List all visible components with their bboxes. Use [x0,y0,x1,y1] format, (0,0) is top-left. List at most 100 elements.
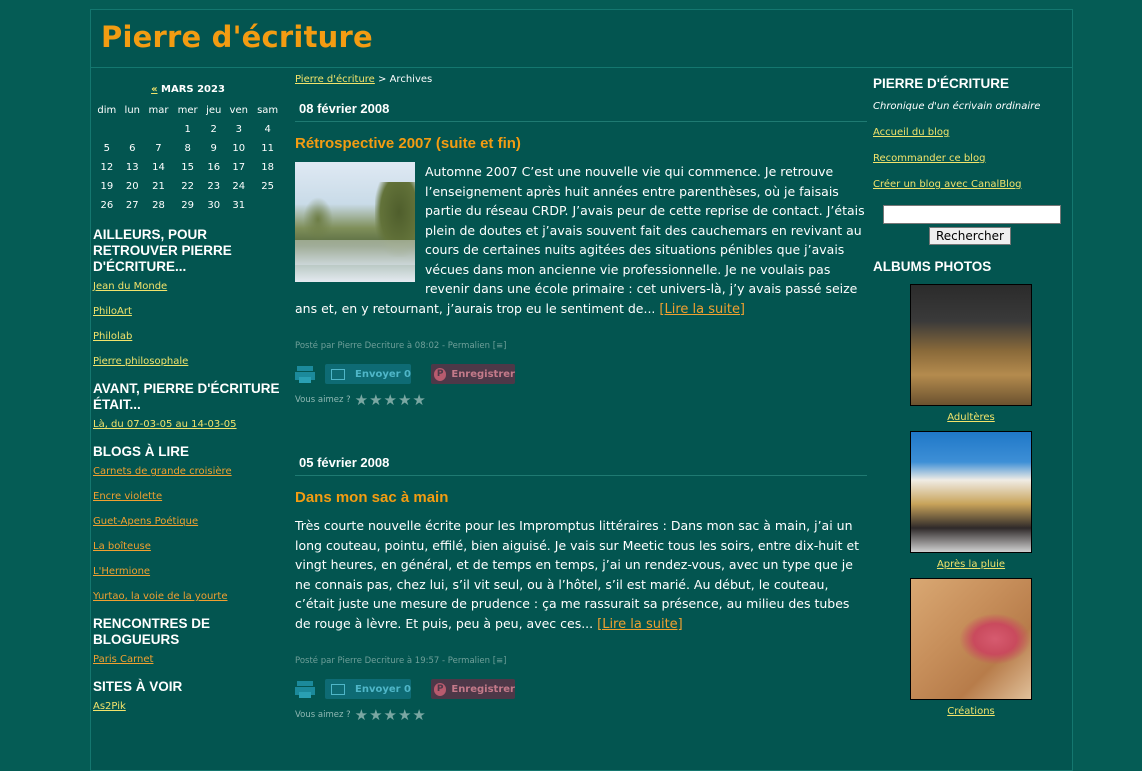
sidebar-link[interactable]: Yurtao, la voie de la yourte [93,591,283,602]
sidebar-link[interactable]: PhiloArt [93,306,283,317]
album-title-link[interactable]: Adultères [947,412,994,423]
calendar-day: 1 [184,124,191,135]
album-cover-image[interactable] [910,431,1032,553]
sidebar-link[interactable]: Philolab [93,331,283,342]
calendar-day: 10 [232,143,246,154]
blog-link[interactable]: Recommander ce blog [873,153,1069,164]
post-meta-text: Posté par Pierre Decriture à 19:57 - Per… [295,656,490,666]
calendar-day: 6 [129,143,136,154]
print-icon-part [299,692,311,698]
sidebar-section-title: RENCONTRES DE BLOGUEURS [93,616,211,647]
send-button-label: Envoyer 0 [355,368,412,380]
post-excerpt: Très courte nouvelle écrite pour les Imp… [295,518,860,631]
print-icon[interactable] [295,366,315,383]
calendar-day: 3 [235,124,242,135]
read-more-link[interactable]: [Lire la suite] [597,617,683,632]
print-icon-part [297,366,313,371]
page-container: Pierre d'écriture « MARS 2023 dim lun mar m… [90,9,1073,771]
calendar-weekdays: dim lun mar mer jeu ven sam [93,101,283,120]
pinterest-icon: P [434,367,447,381]
site-title[interactable]: Pierre d'écriture [101,20,373,54]
pinterest-button-label: Enregistrer [451,683,515,695]
calendar-day: 15 [181,162,195,173]
calendar-day: 23 [207,181,221,192]
post-thumbnail-image[interactable] [295,162,415,282]
calendar-week: 26 27 28 29 30 31 [93,196,283,215]
rating-stars[interactable]: ★★★★★ [355,706,427,724]
calendar-day [121,120,144,139]
sidebar-section-title: AILLEURS, POUR RETROUVER PIERRE D'ÉCRITU… [93,227,232,274]
calendar-prev-link[interactable]: « [151,84,157,95]
thumbnail-water-shape [295,240,415,265]
calendar-month: MARS 2023 [161,84,225,95]
calendar-day: 16 [207,162,221,173]
sidebar-link[interactable]: Jean du Monde [93,281,283,292]
post-title-link[interactable]: Dans mon sac à main [295,489,867,506]
breadcrumb-home-link[interactable]: Pierre d'écriture [295,74,375,85]
calendar-day: 5 [103,143,111,154]
search-button[interactable]: Rechercher [929,227,1011,245]
envelope-icon [331,683,345,695]
calendar: « MARS 2023 dim lun mar mer jeu ven sam 123456… [93,80,283,215]
calendar-day [144,120,173,139]
sidebar-link[interactable]: Encre violette [93,491,283,502]
sidebar-link[interactable]: La boîteuse [93,541,283,552]
calendar-day: 11 [261,143,275,154]
calendar-day: 17 [232,162,246,173]
calendar-week: 12 13 14 15 16 17 18 [93,158,283,177]
sidebar-link[interactable]: Paris Carnet [93,654,283,665]
album-title-link[interactable]: Après la pluie [937,559,1005,570]
permalink-icon[interactable]: [≡] [490,341,507,351]
pinterest-icon: P [434,682,447,696]
calendar-weekday: sam [257,105,279,116]
sidebar-link[interactable]: Là, du 07-03-05 au 14-03-05 [93,419,283,430]
sidebar-link[interactable]: Pierre philosophale [93,356,283,367]
calendar-day: 22 [181,181,195,192]
calendar-day: 9 [210,143,217,154]
calendar-day: 20 [125,181,139,192]
calendar-day: 27 [125,200,139,211]
albums-heading: ALBUMS PHOTOS [873,259,992,274]
blog-link[interactable]: Créer un blog avec CanalBlog [873,179,1069,190]
rating-label: Vous aimez ? [295,395,351,405]
send-button[interactable]: Envoyer 0 [325,364,411,384]
post-title-link[interactable]: Rétrospective 2007 (suite et fin) [295,135,867,152]
thumbnail-tree-shape [303,197,333,242]
calendar-day: 26 [100,200,114,211]
calendar-weekday: dim [97,105,117,116]
read-more-link[interactable]: [Lire la suite] [659,302,745,317]
album-cover-image[interactable] [910,284,1032,406]
post-body: Automne 2007 C’est une nouvelle vie qui … [295,162,867,319]
search-input[interactable] [883,205,1061,224]
sidebar-link[interactable]: As2Pik [93,701,283,712]
calendar-days: 1 2 3 4 5 6 7 8 9 10 11 12 13 14 15 16 17 18 19 20 21 22 23 24 2… [93,120,283,215]
pinterest-save-button[interactable]: P Enregistrer [431,364,515,384]
album-cover-image[interactable] [910,578,1032,700]
pinterest-save-button[interactable]: P Enregistrer [431,679,515,699]
header: Pierre d'écriture [91,10,1072,68]
sidebar-link[interactable]: L'Hermione [93,566,283,577]
print-icon[interactable] [295,681,315,698]
right-sidebar: PIERRE D'ÉCRITURE Chronique d'un écrivai… [873,76,1069,725]
sidebar-link[interactable]: Guet-Apens Poétique [93,516,283,527]
post: 05 février 2008 Dans mon sac à main Très c… [295,455,867,724]
blog-link[interactable]: Accueil du blog [873,127,1069,138]
calendar-day: 19 [100,181,114,192]
breadcrumb: Pierre d'écriture > Archives [295,74,867,85]
sidebar-link[interactable]: Carnets de grande croisière [93,466,283,477]
post-actions: Envoyer 0 P Enregistrer [295,363,867,385]
calendar-day [93,120,121,139]
post-meta: Posté par Pierre Decriture à 19:57 - Per… [295,656,867,666]
permalink-icon[interactable]: [≡] [490,656,507,666]
send-button[interactable]: Envoyer 0 [325,679,411,699]
calendar-weekday: jeu [206,105,222,116]
album-title-link[interactable]: Créations [947,706,995,717]
calendar-week: 19 20 21 22 23 24 25 [93,177,283,196]
rating-stars[interactable]: ★★★★★ [355,391,427,409]
blog-links: Accueil du blog Recommander ce blog Créer … [873,127,1069,190]
main-content: Pierre d'écriture > Archives 08 février … [295,74,867,724]
albums-list: Adultères Après la pluie Créations [873,284,1069,717]
post-date: 05 février 2008 [295,455,867,476]
blog-name-heading: PIERRE D'ÉCRITURE [873,76,1009,91]
album-item: Après la pluie [873,431,1069,570]
